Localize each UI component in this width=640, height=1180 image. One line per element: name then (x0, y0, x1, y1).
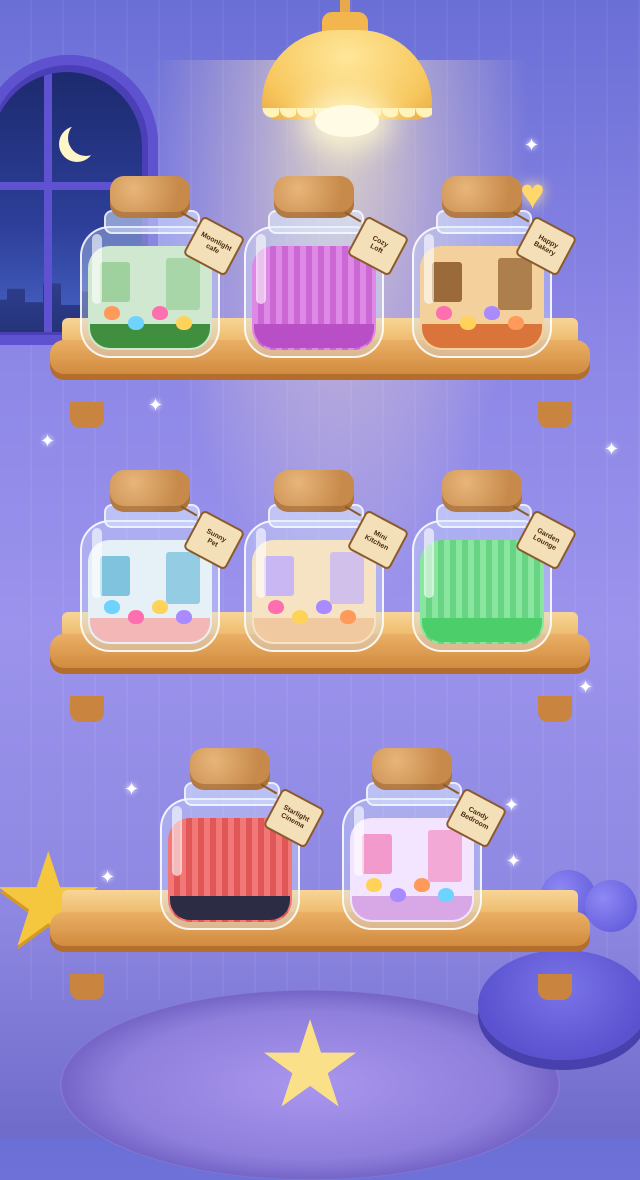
jar-garden-lounge[interactable]: Garden Lounge (412, 470, 578, 652)
blob-character (366, 878, 382, 892)
rug-star-icon: ★ (256, 998, 364, 1132)
glass-shine (92, 528, 102, 598)
jar-floor (254, 618, 374, 642)
glass-shine (424, 528, 434, 598)
cork-lid (372, 748, 452, 790)
jar-sunny-pet[interactable]: Sunny Pet (80, 470, 246, 652)
furniture (362, 834, 392, 874)
blob-character (104, 600, 120, 614)
purple-ball (585, 880, 637, 932)
blob-character (128, 316, 144, 330)
furniture (166, 552, 200, 604)
blob-character (128, 610, 144, 624)
shelf-leg (538, 696, 572, 722)
glass-shine (424, 234, 434, 304)
glass-shine (172, 806, 182, 876)
furniture (498, 258, 532, 310)
jar-floor (422, 618, 542, 642)
purple-stool (478, 950, 640, 1060)
shelf-leg (538, 974, 572, 1000)
cork-lid (274, 470, 354, 512)
jar-happy-bakery[interactable]: Happy Bakery (412, 176, 578, 358)
blob-character (460, 316, 476, 330)
blob-character (340, 610, 356, 624)
jar-floor (254, 324, 374, 348)
cork-lid (274, 176, 354, 218)
glass-shine (256, 234, 266, 304)
blob-character (438, 888, 454, 902)
sparkle-icon: ✦ (100, 867, 116, 887)
furniture (166, 258, 200, 310)
jar-moonlight-cafe[interactable]: Moonlight cafe (80, 176, 246, 358)
wooden-shelf (50, 890, 590, 950)
jar-floor (352, 896, 472, 920)
jar-cozy-loft[interactable]: Cozy Loft (244, 176, 410, 358)
jar-candy-bedroom[interactable]: Candy Bedroom (342, 748, 508, 930)
furniture (330, 552, 364, 604)
cork-lid (442, 176, 522, 218)
lamp-bulb (315, 105, 379, 137)
cork-lid (190, 748, 270, 790)
glass-shine (354, 806, 364, 876)
blob-character (292, 610, 308, 624)
shelf-leg (70, 974, 104, 1000)
jar-floor (422, 324, 542, 348)
cork-lid (442, 470, 522, 512)
shelf-leg (538, 402, 572, 428)
sparkle-icon: ✦ (148, 395, 164, 415)
sparkle-icon: ✦ (124, 779, 140, 799)
blob-character (414, 878, 430, 892)
window-bar (44, 72, 52, 332)
sparkle-icon: ✦ (604, 439, 620, 459)
blob-character (390, 888, 406, 902)
blob-character (152, 600, 168, 614)
furniture (264, 556, 294, 596)
blob-character (104, 306, 120, 320)
blob-character (508, 316, 524, 330)
moon-icon (68, 120, 104, 156)
glass-shine (92, 234, 102, 304)
glass-shine (256, 528, 266, 598)
cork-lid (110, 470, 190, 512)
blob-character (436, 306, 452, 320)
jar-floor (90, 324, 210, 348)
shelf-leg (70, 402, 104, 428)
blob-character (152, 306, 168, 320)
jar-mini-kitchen[interactable]: Mini Kitchen (244, 470, 410, 652)
furniture (100, 556, 130, 596)
blob-character (176, 610, 192, 624)
furniture (432, 262, 462, 302)
furniture (428, 830, 462, 882)
blob-character (176, 316, 192, 330)
jar-starlight-cinema[interactable]: Starlight Cinema (160, 748, 326, 930)
shelf-front-edge (50, 912, 590, 946)
sparkle-icon: ✦ (504, 795, 520, 815)
sparkle-icon: ✦ (578, 677, 594, 697)
cork-lid (110, 176, 190, 218)
sparkle-icon: ✦ (506, 851, 522, 871)
blob-character (484, 306, 500, 320)
furniture (100, 262, 130, 302)
jar-floor (90, 618, 210, 642)
sparkle-icon: ✦ (524, 135, 540, 155)
sparkle-icon: ✦ (40, 431, 56, 451)
shelf-leg (70, 696, 104, 722)
jar-floor (170, 896, 290, 920)
blob-character (268, 600, 284, 614)
blob-character (316, 600, 332, 614)
